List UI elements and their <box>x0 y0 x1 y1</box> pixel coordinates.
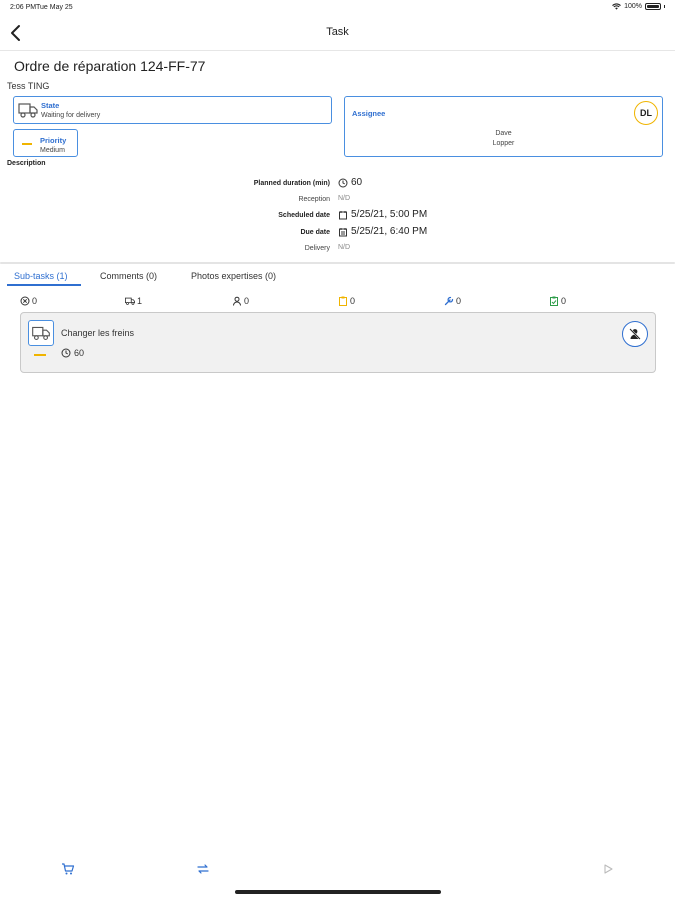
tab-photos-expertises[interactable]: Photos expertises (0) <box>191 271 276 281</box>
battery-tip <box>664 5 665 8</box>
counter-cancelled[interactable]: 0 <box>20 296 37 306</box>
status-date: Tue May 25 <box>36 4 73 11</box>
scheduled-date-label: Scheduled date <box>278 212 330 219</box>
assignee-first-name: Dave <box>495 130 512 137</box>
delivery-value: N/D <box>338 244 351 251</box>
subtask-duration: 60 <box>61 348 84 358</box>
unassign-button[interactable] <box>622 321 648 347</box>
counter-in-progress[interactable]: 0 <box>444 296 461 306</box>
status-bar: 2:06 PM Tue May 25 100% <box>0 0 675 16</box>
person-icon <box>233 296 241 306</box>
planned-duration-label: Planned duration (min) <box>253 180 330 187</box>
cart-button[interactable] <box>61 862 77 876</box>
counter-todo[interactable]: 0 <box>338 296 355 306</box>
cancel-icon <box>20 296 30 306</box>
scheduled-date-value: 5/25/21, 5:00 PM <box>338 209 427 220</box>
section-divider <box>0 262 675 264</box>
counter-cancelled-value: 0 <box>32 296 38 306</box>
state-card[interactable]: State Waiting for delivery <box>13 96 332 124</box>
counter-todo-value: 0 <box>350 296 356 306</box>
planned-duration-text: 60 <box>351 177 363 188</box>
due-date-value: 5/25/21, 6:40 PM <box>338 226 427 237</box>
subtask-item[interactable]: Changer les freins 60 <box>20 312 656 373</box>
clipboard-icon <box>339 296 347 306</box>
play-icon <box>604 864 613 874</box>
status-indicators: 100% <box>612 3 665 10</box>
subtask-title: Changer les freins <box>61 328 135 338</box>
truck-icon <box>32 326 50 341</box>
tab-sub-tasks[interactable]: Sub-tasks (1) <box>14 271 68 281</box>
battery-icon <box>645 3 661 10</box>
cart-icon <box>62 863 75 875</box>
priority-medium-icon <box>34 354 46 356</box>
clipboard-check-icon <box>550 296 558 306</box>
swap-icon <box>197 864 209 874</box>
navigation-bar: Task <box>0 16 675 51</box>
state-value: Waiting for delivery <box>41 112 101 119</box>
counter-waiting-delivery-value: 1 <box>137 296 143 306</box>
unassign-user-icon <box>629 328 641 340</box>
subtask-duration-value: 60 <box>74 348 85 358</box>
assignee-label: Assignee <box>352 109 386 118</box>
calendar-due-icon <box>339 227 347 236</box>
state-label: State <box>41 101 60 110</box>
priority-value: Medium <box>40 147 65 154</box>
battery-percent: 100% <box>624 3 642 10</box>
tab-comments[interactable]: Comments (0) <box>100 271 157 281</box>
calendar-icon <box>339 210 347 219</box>
play-button[interactable] <box>601 862 617 876</box>
counter-done[interactable]: 0 <box>549 296 566 306</box>
reception-value: N/D <box>338 195 351 202</box>
due-date-label: Due date <box>300 229 330 236</box>
planned-duration-value: 60 <box>338 177 362 188</box>
nav-title: Task <box>326 26 349 38</box>
counter-waiting-delivery[interactable]: 1 <box>125 296 142 306</box>
assignee-last-name: Lopper <box>492 140 515 147</box>
truck-icon <box>125 297 135 305</box>
avatar: DL <box>634 101 658 125</box>
subtask-state-badge <box>28 320 54 346</box>
status-time: 2:06 PM <box>10 4 37 11</box>
wifi-icon <box>612 3 621 10</box>
clock-icon <box>61 348 71 358</box>
customer-name: Tess TING <box>7 81 50 91</box>
swap-button[interactable] <box>196 862 212 876</box>
assignee-card[interactable]: Assignee DL Dave Lopper <box>344 96 663 157</box>
home-indicator[interactable] <box>235 890 441 894</box>
page-title: Ordre de réparation 124-FF-77 <box>14 58 206 74</box>
scheduled-date-text: 5/25/21, 5:00 PM <box>351 209 428 220</box>
priority-label: Priority <box>40 136 67 145</box>
counter-in-progress-value: 0 <box>456 296 462 306</box>
active-tab-indicator <box>7 284 81 286</box>
priority-medium-icon <box>22 143 32 145</box>
reception-label: Reception <box>298 196 330 203</box>
clock-icon <box>338 178 348 187</box>
counter-assigned-value: 0 <box>244 296 250 306</box>
due-date-text: 5/25/21, 6:40 PM <box>351 226 428 237</box>
priority-card[interactable]: Priority Medium <box>13 129 78 157</box>
delivery-label: Delivery <box>304 245 330 252</box>
wrench-icon <box>444 296 454 306</box>
description-label: Description <box>7 160 46 167</box>
counter-assigned[interactable]: 0 <box>232 296 249 306</box>
truck-icon <box>18 103 38 118</box>
counter-done-value: 0 <box>561 296 567 306</box>
